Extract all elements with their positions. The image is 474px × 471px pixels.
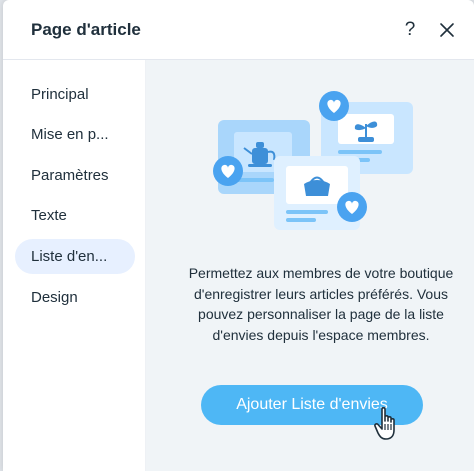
sidebar-item-layout[interactable]: Mise en p... [15,117,135,152]
panel-title: Page d'article [31,20,141,39]
help-button[interactable]: ? [399,17,421,43]
sidebar-item-principal[interactable]: Principal [15,77,135,112]
sidebar-item-design[interactable]: Design [15,280,135,315]
sidebar-item-settings[interactable]: Paramètres [15,158,135,193]
sidebar: Principal Mise en p... Paramètres Texte … [3,60,146,471]
heart-icon [337,192,367,222]
heart-icon [213,156,243,186]
help-icon: ? [404,19,416,40]
sidebar-item-text[interactable]: Texte [15,198,135,233]
heart-icon [319,91,349,121]
panel-header: Page d'article ? [3,0,474,60]
close-button[interactable] [435,18,459,42]
settings-panel: Page d'article ? Principal Mise en p... … [3,0,474,471]
hand-pointer-icon [374,407,395,440]
wishlist-illustration [213,91,413,230]
wishlist-description: Permettez aux membres de votre boutique … [188,265,454,343]
close-icon [440,23,454,37]
sidebar-item-wishlist[interactable]: Liste d'en... [15,239,135,274]
main-content: Permettez aux membres de votre boutique … [146,60,474,471]
